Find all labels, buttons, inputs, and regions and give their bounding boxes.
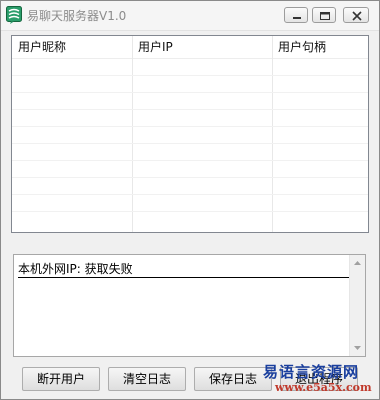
table-row: [12, 143, 368, 144]
scroll-up-icon[interactable]: [350, 255, 365, 271]
column-header-ip[interactable]: 用户IP: [138, 36, 173, 58]
log-divider: [18, 277, 350, 278]
close-button[interactable]: [343, 7, 369, 23]
table-row: [12, 75, 368, 76]
window-title: 易聊天服务器V1.0: [27, 9, 127, 23]
table-row: [12, 211, 368, 212]
column-divider: [132, 36, 133, 232]
column-header-nickname[interactable]: 用户昵称: [18, 36, 66, 58]
table-row: [12, 177, 368, 178]
table-row: [12, 126, 368, 127]
maximize-icon: [320, 12, 330, 20]
user-list-table[interactable]: 用户昵称 用户IP 用户句柄: [11, 35, 369, 233]
disconnect-user-button[interactable]: 断开用户: [22, 367, 100, 391]
clear-log-button[interactable]: 清空日志: [108, 367, 186, 391]
minimize-button[interactable]: [284, 7, 308, 23]
minimize-icon: [293, 17, 301, 19]
watermark: 易语言资源网 www.e5a5x.com: [263, 361, 379, 399]
maximize-button[interactable]: [312, 7, 336, 23]
app-logo-icon: [6, 6, 22, 24]
scroll-down-icon[interactable]: [350, 340, 365, 356]
close-icon: [352, 11, 362, 21]
table-row: [12, 92, 368, 93]
table-row: [12, 160, 368, 161]
log-textarea[interactable]: 本机外网IP: 获取失败: [13, 254, 366, 357]
table-header: 用户昵称 用户IP 用户句柄: [12, 36, 368, 59]
main-window: 易聊天服务器V1.0 用户昵称 用户IP 用户句柄 本机外网IP: 获取失败 断…: [0, 0, 380, 400]
log-scrollbar[interactable]: [349, 255, 365, 356]
watermark-text: 易语言资源网: [263, 363, 360, 381]
title-bar[interactable]: 易聊天服务器V1.0: [1, 1, 379, 31]
log-line: 本机外网IP: 获取失败: [18, 262, 133, 276]
table-row: [12, 109, 368, 110]
column-header-handle[interactable]: 用户句柄: [278, 36, 326, 58]
save-log-button[interactable]: 保存日志: [194, 367, 272, 391]
column-divider: [272, 36, 273, 232]
table-row: [12, 194, 368, 195]
watermark-url: www.e5a5x.com: [275, 381, 372, 394]
